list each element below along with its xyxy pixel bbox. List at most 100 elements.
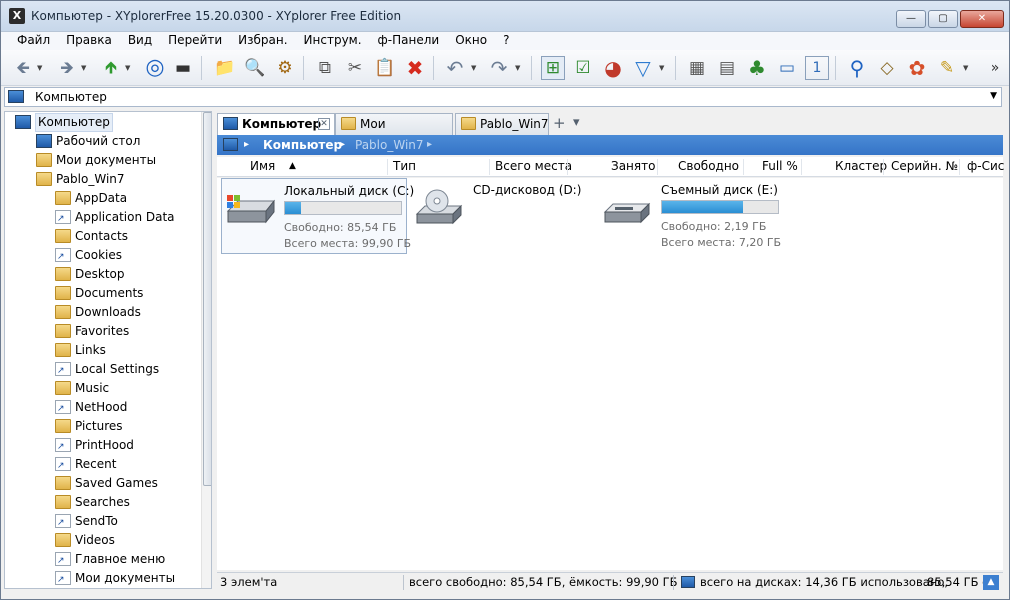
tree-item[interactable]: PrintHood [5,436,197,457]
column-separator[interactable] [743,159,744,175]
tree-item[interactable]: Компьютер [5,113,197,132]
tree-item[interactable]: Searches [5,493,197,512]
undo-icon[interactable]: ↶ [443,56,467,80]
column-total[interactable]: Всего места [495,159,572,173]
tree-item[interactable]: Главное меню [5,550,197,571]
history-icon[interactable]: ◎ [143,56,167,80]
menu-favorites[interactable]: Избран. [230,32,295,50]
column-separator[interactable] [387,159,388,175]
column-separator[interactable] [567,159,568,175]
redo-icon[interactable]: ↷ [487,56,511,80]
column-name[interactable]: Имя [250,159,275,173]
tree-item[interactable]: Local Settings [5,360,197,381]
title-bar[interactable]: X Компьютер - XYplorerFree 15.20.0300 - … [1,1,1009,32]
tree-scrollbar[interactable] [201,112,211,588]
cut-icon[interactable]: ✂ [343,56,367,80]
checkbox-icon[interactable]: ☑ [571,56,595,80]
tree-item[interactable]: Cookies [5,246,197,267]
tab-my-documents[interactable]: Мои документы [335,113,453,151]
tree-item[interactable]: Saved Games [5,474,197,493]
column-cluster[interactable]: Кластер [835,159,887,173]
menu-view[interactable]: Вид [120,32,160,50]
address-input[interactable]: Компьютер [35,90,107,104]
tree-item[interactable]: Downloads [5,303,197,322]
column-separator[interactable] [883,159,884,175]
find-files-icon[interactable]: 🔍 [243,56,267,80]
up-dropdown-icon[interactable]: ▼ [125,56,133,80]
menu-go[interactable]: Перейти [160,32,230,50]
up-arrow-icon[interactable]: 🡹 [99,56,123,80]
breadcrumb-item-computer[interactable]: Компьютер [263,138,342,152]
column-serial[interactable]: Серийн. № [891,159,958,173]
minimize-button[interactable]: — [896,10,926,28]
tab-menu-icon[interactable]: ▾ [573,115,580,130]
breadcrumb-item-pablo-win7[interactable]: Pablo_Win7 [355,138,424,152]
menu-file[interactable]: Файл [9,32,58,50]
file-list[interactable]: Локальный диск (C:) Свободно: 85,54 ГБ В… [217,178,1003,570]
drive-item-e[interactable]: Съемный диск (E:) Свободно: 2,19 ГБ Всег… [599,178,789,254]
delete-icon[interactable]: ✖ [403,56,427,80]
filter-dropdown-icon[interactable]: ▼ [659,56,667,80]
back-dropdown-icon[interactable]: ▼ [37,56,45,80]
copy-icon[interactable]: ⧉ [313,56,337,80]
drive-item-c[interactable]: Локальный диск (C:) Свободно: 85,54 ГБ В… [221,178,414,254]
scroll-up-icon[interactable]: ▲ [983,575,999,590]
tree-toggle-icon[interactable]: ⊞ [541,56,565,80]
tree-item[interactable]: Pictures [5,417,197,436]
tree-item[interactable]: Videos [5,531,197,550]
column-used[interactable]: Занято [611,159,655,173]
column-full-percent[interactable]: Full % [762,159,798,173]
forward-dropdown-icon[interactable]: ▼ [81,56,89,80]
tree-item[interactable]: +Favorites [5,322,197,341]
app-logo-icon[interactable]: X [9,8,25,24]
tree-scrollbar-thumb[interactable] [203,112,211,486]
tree-item[interactable]: Recent [5,455,197,476]
color-filter-icon[interactable]: ✿ [905,56,929,80]
pie-chart-icon[interactable]: ◕ [601,56,625,80]
tree-item[interactable]: Links [5,341,197,360]
tree-item[interactable]: −Pablo_Win7 [5,170,197,189]
drive-item-d[interactable]: CD-дисковод (D:) [411,178,591,254]
column-separator[interactable] [489,159,490,175]
close-button[interactable]: ✕ [960,10,1004,28]
tab-close-icon[interactable]: ✕ [318,118,330,130]
forward-arrow-icon[interactable]: 🡺 [55,56,79,80]
menu-panels[interactable]: ф-Панели [370,32,448,50]
tree-icon[interactable]: ♣ [745,56,769,80]
filter-icon[interactable]: ▽ [631,56,655,80]
back-arrow-icon[interactable]: 🡸 [11,56,35,80]
new-folder-icon[interactable]: 📁 [213,56,237,80]
command-line-icon[interactable]: ▬ [171,56,195,80]
tree-item[interactable]: +Documents [5,284,197,303]
tab-computer[interactable]: Компьютер ✕ [217,113,335,136]
tag-icon[interactable]: ◇ [875,56,899,80]
brush-dropdown-icon[interactable]: ▼ [963,56,971,80]
new-tab-icon[interactable]: + [553,114,566,132]
column-free[interactable]: Свободно [678,159,739,173]
menu-edit[interactable]: Правка [58,32,120,50]
address-bar[interactable]: Компьютер ▼ [4,87,1002,107]
more-tools-icon[interactable]: » [983,56,1007,80]
tree-item[interactable]: Desktop [5,265,197,284]
search-icon[interactable]: ⚲ [845,56,869,80]
column-separator[interactable] [657,159,658,175]
tree-item[interactable]: Contacts [5,227,197,246]
layout-details-icon[interactable]: ▤ [715,56,739,80]
split-pane-icon[interactable]: ▭ [775,56,799,80]
paste-icon[interactable]: 📋 [373,56,397,80]
breadcrumb-separator-icon[interactable]: ▸ [244,139,249,150]
column-filesystem[interactable]: ф-Сис [967,159,1004,173]
tree-item[interactable]: Рабочий стол [5,132,197,151]
tree-item[interactable]: +AppData [5,189,197,208]
column-separator[interactable] [959,159,960,175]
tree-item[interactable]: Music [5,379,197,398]
tree-item[interactable]: NetHood [5,398,197,419]
breadcrumb-separator-icon[interactable]: ▸ [340,139,345,150]
menu-window[interactable]: Окно [447,32,495,50]
column-type[interactable]: Тип [393,159,416,173]
tab-pablo-win7[interactable]: Pablo_Win7 [455,113,549,135]
address-dropdown-icon[interactable]: ▼ [990,91,997,101]
maximize-button[interactable]: ▢ [928,10,958,28]
menu-help[interactable]: ? [495,32,517,50]
layout-panes-icon[interactable]: ▦ [685,56,709,80]
